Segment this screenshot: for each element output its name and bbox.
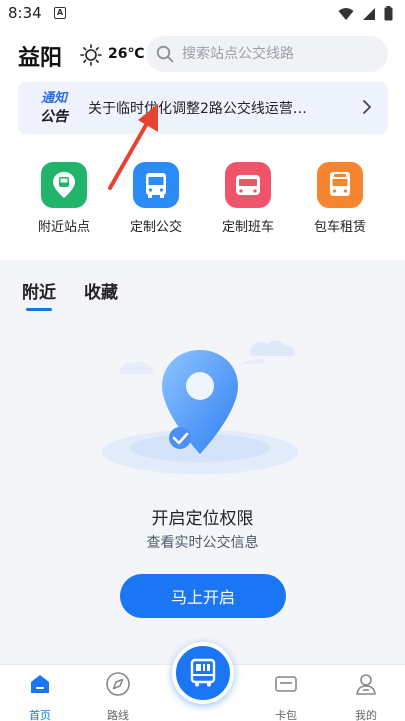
status-time: 8:34 <box>8 4 42 22</box>
tab-favorites[interactable]: 收藏 <box>84 278 118 303</box>
header: 益阳 26℃ 通知 公告 关于临时优化调整2路公交线运营… <box>0 28 405 260</box>
bus-code-icon <box>190 658 216 687</box>
status-bar: 8:34 A <box>0 0 405 28</box>
quick-action-custom-shuttle[interactable]: 定制班车 <box>208 162 288 235</box>
shuttle-icon <box>225 162 271 208</box>
tabbar-label: 卡包 <box>275 709 297 721</box>
battery-icon <box>384 6 393 21</box>
quick-action-label: 包车租赁 <box>313 220 366 235</box>
home-icon <box>31 675 49 693</box>
city-selector[interactable]: 益阳 <box>18 40 62 72</box>
rental-bus-icon <box>317 162 363 208</box>
notice-banner[interactable]: 通知 公告 关于临时优化调整2路公交线运营… <box>18 82 388 134</box>
enable-location-button[interactable]: 马上开启 <box>120 574 286 618</box>
status-icons <box>338 6 393 21</box>
notice-badge: 通知 公告 <box>36 90 72 126</box>
chevron-right-icon <box>363 100 371 114</box>
quick-actions: 附近站点 定制公交 定制班车 包车租赁 <box>0 162 405 242</box>
tabbar-label: 首页 <box>29 709 51 721</box>
tabbar-item-cards[interactable]: 卡包 <box>256 671 316 721</box>
quick-action-nearby-stops[interactable]: 附近站点 <box>24 162 104 235</box>
sun-icon <box>80 44 102 66</box>
quick-action-label: 定制班车 <box>221 220 274 235</box>
tabbar-item-home[interactable]: 首页 <box>10 671 70 721</box>
quick-action-charter-rental[interactable]: 包车租赁 <box>300 162 380 235</box>
tabbar-item-profile[interactable]: 我的 <box>336 671 396 721</box>
tabbar-item-routes[interactable]: 路线 <box>88 671 148 721</box>
annotation-arrow-icon <box>108 104 158 190</box>
profile-icon <box>356 674 376 695</box>
quick-action-label: 附近站点 <box>37 220 90 235</box>
nearby-section: 附近 收藏 开启定位权限 查看实时公交信息 马上开启 <box>0 260 405 665</box>
content-tabs: 附近 收藏 <box>22 278 118 311</box>
card-icon <box>275 676 297 692</box>
notice-badge-top: 通知 <box>40 91 67 106</box>
location-permission-title: 开启定位权限 <box>151 509 254 529</box>
signal-icon <box>363 7 375 20</box>
temperature: 26℃ <box>108 46 145 62</box>
notification-icon: A <box>54 7 66 19</box>
search-icon <box>156 45 174 63</box>
nearby-stop-icon <box>41 162 87 208</box>
wifi-icon <box>338 7 354 20</box>
bus-code-button[interactable] <box>172 642 234 704</box>
tabbar-label: 我的 <box>355 709 377 721</box>
location-permission-subtitle: 查看实时公交信息 <box>146 535 259 551</box>
quick-action-label: 定制公交 <box>129 220 182 235</box>
navigation-icon <box>106 672 130 696</box>
search-input[interactable] <box>182 36 382 72</box>
location-pin-illustration <box>102 340 298 474</box>
tab-nearby[interactable]: 附近 <box>22 278 56 311</box>
tabbar-label: 路线 <box>107 709 129 721</box>
notice-badge-bottom: 公告 <box>40 109 68 125</box>
search-bar[interactable] <box>146 36 388 72</box>
